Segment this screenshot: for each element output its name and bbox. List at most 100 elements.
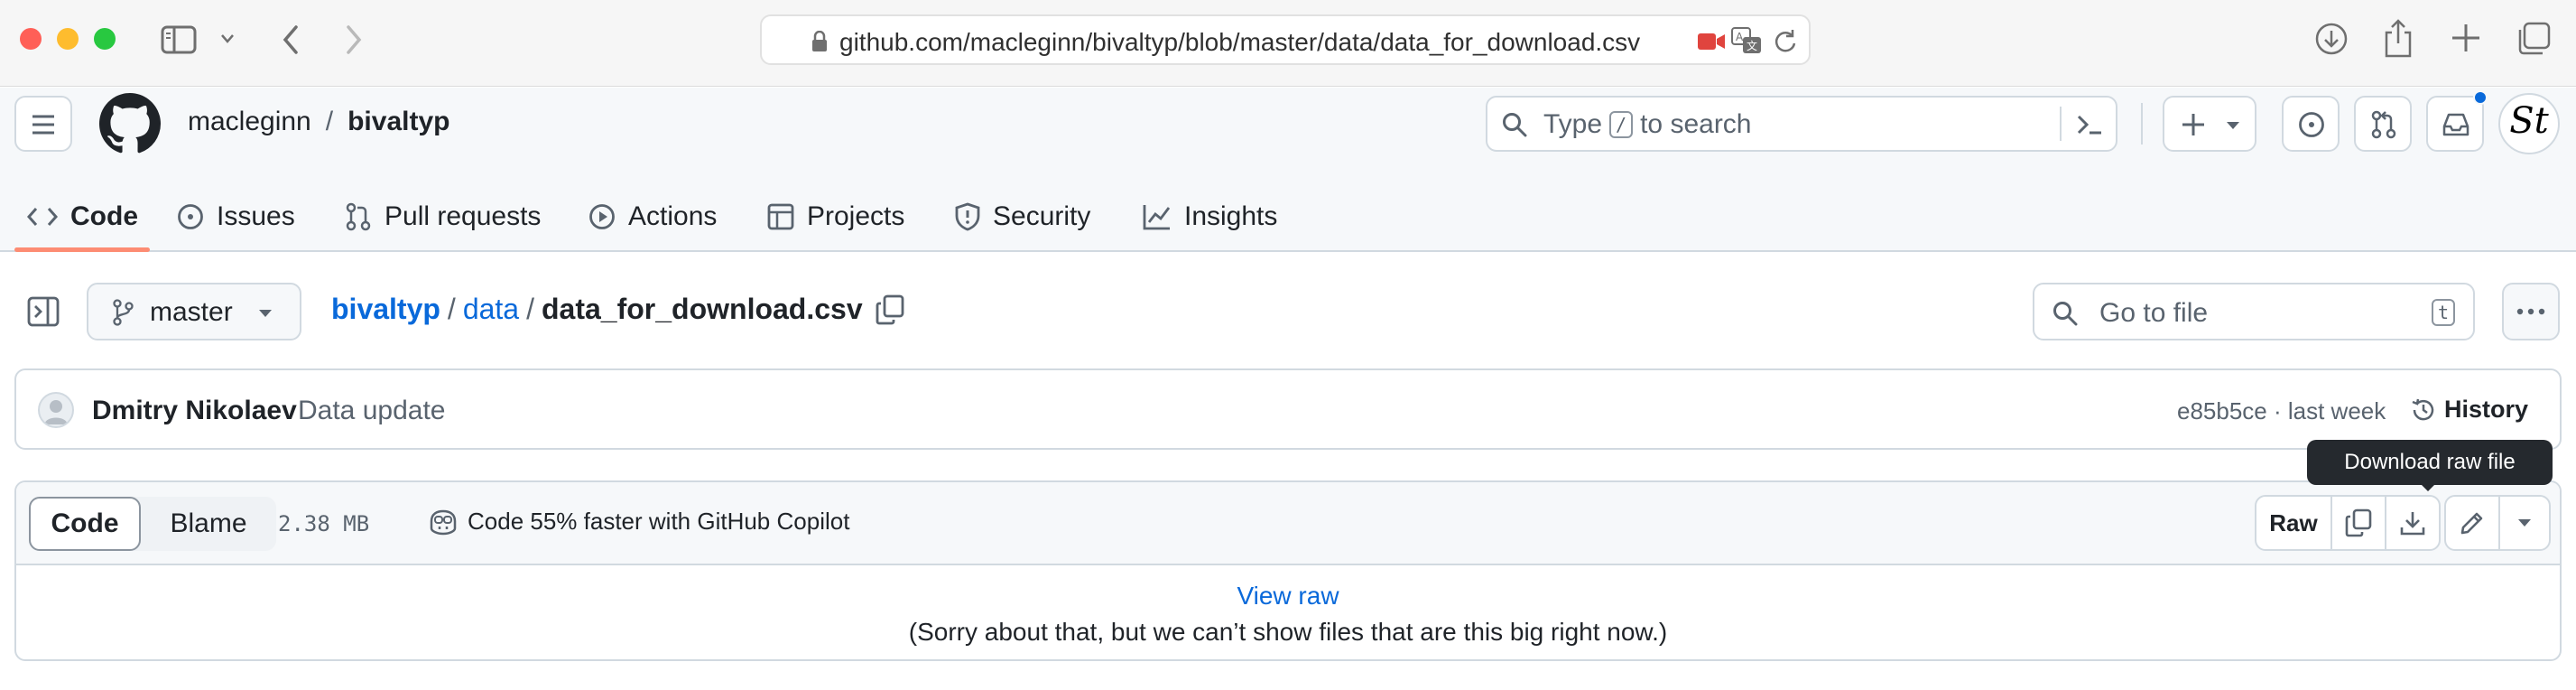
download-icon [2399, 509, 2426, 536]
tooltip-arrow [2419, 482, 2437, 491]
tab-issues[interactable]: Issues [177, 193, 295, 240]
breadcrumb-folder-link[interactable]: data [463, 293, 519, 326]
tab-projects[interactable]: Projects [767, 193, 904, 240]
copilot-promo-link[interactable]: Code 55% faster with GitHub Copilot [428, 508, 849, 536]
plus-icon [2181, 112, 2206, 137]
header-divider [2141, 103, 2143, 145]
commit-sha-time[interactable]: e85b5ce · last week [2177, 397, 2386, 425]
code-icon [27, 206, 58, 228]
copy-path-icon[interactable] [876, 294, 904, 325]
minimize-window-button[interactable] [57, 28, 79, 50]
edit-dropdown-button[interactable] [2500, 497, 2549, 549]
tab-insights[interactable]: Insights [1143, 193, 1277, 240]
svg-text:文: 文 [1747, 39, 1757, 52]
shield-icon [955, 202, 980, 231]
download-raw-tooltip: Download raw file [2307, 440, 2553, 485]
file-toolbar: Code Blame 2.38 MB Code 55% faster with … [16, 482, 2560, 565]
sidebar-toggle-icon[interactable] [161, 25, 197, 54]
raw-button[interactable]: Raw [2256, 497, 2332, 549]
tab-label: Code [70, 201, 138, 231]
blame-view-button[interactable]: Blame [141, 497, 276, 551]
inbox-icon [2442, 112, 2470, 137]
share-icon[interactable] [2383, 18, 2414, 58]
tab-label: Pull requests [385, 201, 542, 231]
copy-icon [2345, 508, 2372, 537]
issue-icon [177, 203, 204, 230]
repo-link[interactable]: bivaltyp [347, 107, 449, 137]
pull-requests-button[interactable] [2354, 96, 2412, 152]
commit-author[interactable]: Dmitry Nikolaev [92, 396, 297, 426]
reload-icon[interactable] [1773, 27, 1798, 54]
git-branch-icon [112, 299, 134, 326]
history-label: History [2444, 396, 2529, 423]
breadcrumb-separator: / [526, 293, 534, 325]
github-logo[interactable] [99, 93, 161, 154]
breadcrumb-separator: / [447, 293, 456, 325]
tab-overview-icon[interactable] [2516, 22, 2551, 56]
triangle-down-icon [2517, 518, 2532, 527]
notification-dot [2473, 90, 2488, 105]
graph-icon [1143, 203, 1172, 230]
file-viewer: Code Blame 2.38 MB Code 55% faster with … [14, 480, 2562, 661]
triangle-down-icon [258, 309, 273, 318]
back-icon[interactable] [280, 23, 301, 56]
tab-label: Actions [628, 201, 718, 231]
edit-file-button[interactable] [2446, 497, 2500, 549]
svg-text:A: A [1736, 31, 1744, 43]
history-button[interactable]: History [2410, 396, 2528, 424]
browser-toolbar: github.com/macleginn/bivaltyp/blob/maste… [0, 0, 2576, 87]
downloads-icon[interactable] [2314, 22, 2349, 56]
file-size: 2.38 MB [278, 511, 370, 536]
zoom-window-button[interactable] [94, 28, 116, 50]
search-icon [1502, 112, 1527, 137]
avatar[interactable]: St [2498, 93, 2560, 154]
play-icon [588, 203, 616, 230]
commit-message[interactable]: Data update [298, 396, 445, 426]
file-name: data_for_download.csv [541, 293, 863, 325]
download-raw-button[interactable] [2386, 497, 2439, 549]
new-tab-icon[interactable] [2450, 22, 2482, 54]
view-raw-link-text[interactable]: View raw [1237, 582, 1339, 610]
copilot-promo-text: Code 55% faster with GitHub Copilot [468, 508, 850, 535]
owner-link[interactable]: macleginn [188, 107, 311, 137]
breadcrumb-repo-link[interactable]: bivaltyp [331, 293, 440, 326]
triangle-down-icon [2226, 121, 2240, 130]
copilot-icon [428, 508, 459, 536]
command-palette-icon[interactable] [2076, 112, 2103, 137]
go-to-file-placeholder: Go to file [2099, 298, 2209, 328]
author-avatar[interactable] [38, 392, 74, 428]
search-icon [2052, 301, 2078, 326]
global-menu-button[interactable] [14, 96, 72, 152]
tab-security[interactable]: Security [955, 193, 1090, 240]
tab-label: Projects [807, 201, 905, 231]
search-placeholder-prefix: Type [1543, 109, 1603, 139]
close-window-button[interactable] [20, 28, 42, 50]
chevron-down-icon[interactable] [220, 33, 235, 45]
code-view-button[interactable]: Code [29, 497, 141, 551]
pull-request-icon [345, 202, 372, 231]
issues-button[interactable] [2282, 96, 2340, 152]
tab-actions[interactable]: Actions [588, 193, 717, 240]
inbox-button[interactable] [2426, 90, 2488, 152]
table-icon [767, 203, 794, 230]
search-placeholder: Type / to search [1543, 109, 1752, 140]
expand-file-tree-icon[interactable] [27, 296, 60, 327]
url-text: github.com/macleginn/bivaltyp/blob/maste… [839, 28, 1641, 56]
more-options-button[interactable] [2502, 283, 2560, 340]
go-to-file-input[interactable]: Go to file t [2033, 283, 2475, 340]
search-placeholder-suffix: to search [1640, 109, 1752, 139]
tab-code[interactable]: Code [27, 193, 138, 240]
branch-name: master [150, 297, 233, 327]
tab-pull-requests[interactable]: Pull requests [345, 193, 541, 240]
search-divider [2060, 107, 2062, 141]
create-new-button[interactable] [2163, 96, 2256, 152]
translate-icon[interactable]: A文 [1731, 27, 1762, 54]
camera-blocked-icon[interactable] [1697, 31, 1726, 52]
forward-icon[interactable] [343, 23, 365, 56]
view-mode-switch: Code Blame [29, 497, 276, 551]
copy-raw-button[interactable] [2332, 497, 2386, 549]
search-input[interactable]: Type / to search [1486, 96, 2117, 152]
branch-selector[interactable]: master [87, 283, 301, 340]
address-bar[interactable]: github.com/macleginn/bivaltyp/blob/maste… [760, 14, 1811, 65]
latest-commit-bar: Dmitry Nikolaev Data update e85b5ce · la… [14, 368, 2562, 450]
